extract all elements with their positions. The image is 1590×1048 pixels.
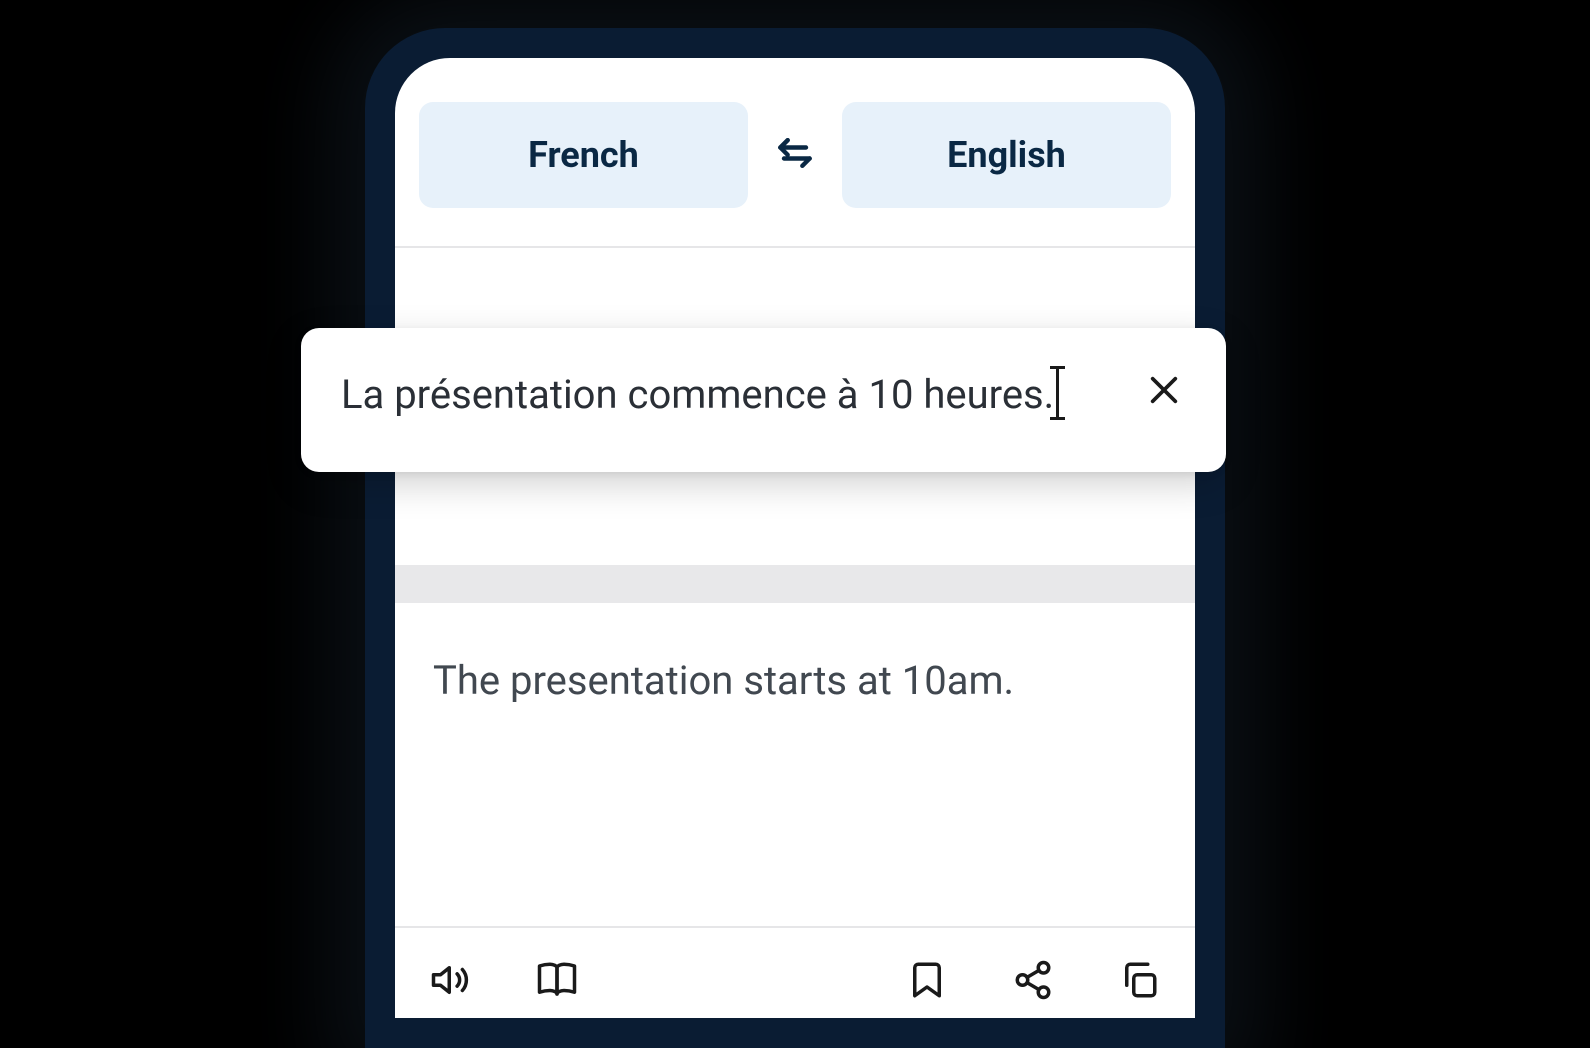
book-icon — [536, 959, 578, 1005]
copy-icon — [1118, 959, 1160, 1005]
toolbar-right-group — [903, 958, 1163, 1006]
app-screen: French English — [395, 58, 1195, 1018]
dictionary-button[interactable] — [533, 958, 581, 1006]
translation-output-text: The presentation starts at 10am. — [433, 653, 1157, 709]
toolbar-left-group — [427, 958, 581, 1006]
target-language-selector[interactable]: English — [842, 102, 1171, 208]
swap-icon — [773, 131, 817, 179]
divider — [395, 246, 1195, 248]
translation-output-section: The presentation starts at 10am. — [395, 603, 1195, 709]
swap-languages-button[interactable] — [760, 120, 830, 190]
source-text-value: La présentation commence à 10 heures. — [341, 371, 1054, 418]
section-separator — [395, 565, 1195, 603]
bottom-toolbar — [395, 926, 1195, 1018]
speaker-icon — [430, 959, 472, 1005]
clear-input-button[interactable] — [1142, 370, 1186, 414]
text-cursor-icon — [1056, 369, 1059, 417]
share-icon — [1012, 959, 1054, 1005]
source-language-selector[interactable]: French — [419, 102, 748, 208]
bookmark-button[interactable] — [903, 958, 951, 1006]
phone-frame: French English — [365, 28, 1225, 1048]
share-button[interactable] — [1009, 958, 1057, 1006]
source-language-label: French — [528, 134, 639, 176]
language-selector-row: French English — [395, 58, 1195, 246]
speak-button[interactable] — [427, 958, 475, 1006]
copy-button[interactable] — [1115, 958, 1163, 1006]
source-text-input[interactable]: La présentation commence à 10 heures. — [341, 366, 1122, 424]
target-language-label: English — [947, 134, 1066, 176]
bookmark-icon — [906, 959, 948, 1005]
source-text-card: La présentation commence à 10 heures. — [301, 328, 1226, 472]
close-icon — [1147, 373, 1181, 411]
